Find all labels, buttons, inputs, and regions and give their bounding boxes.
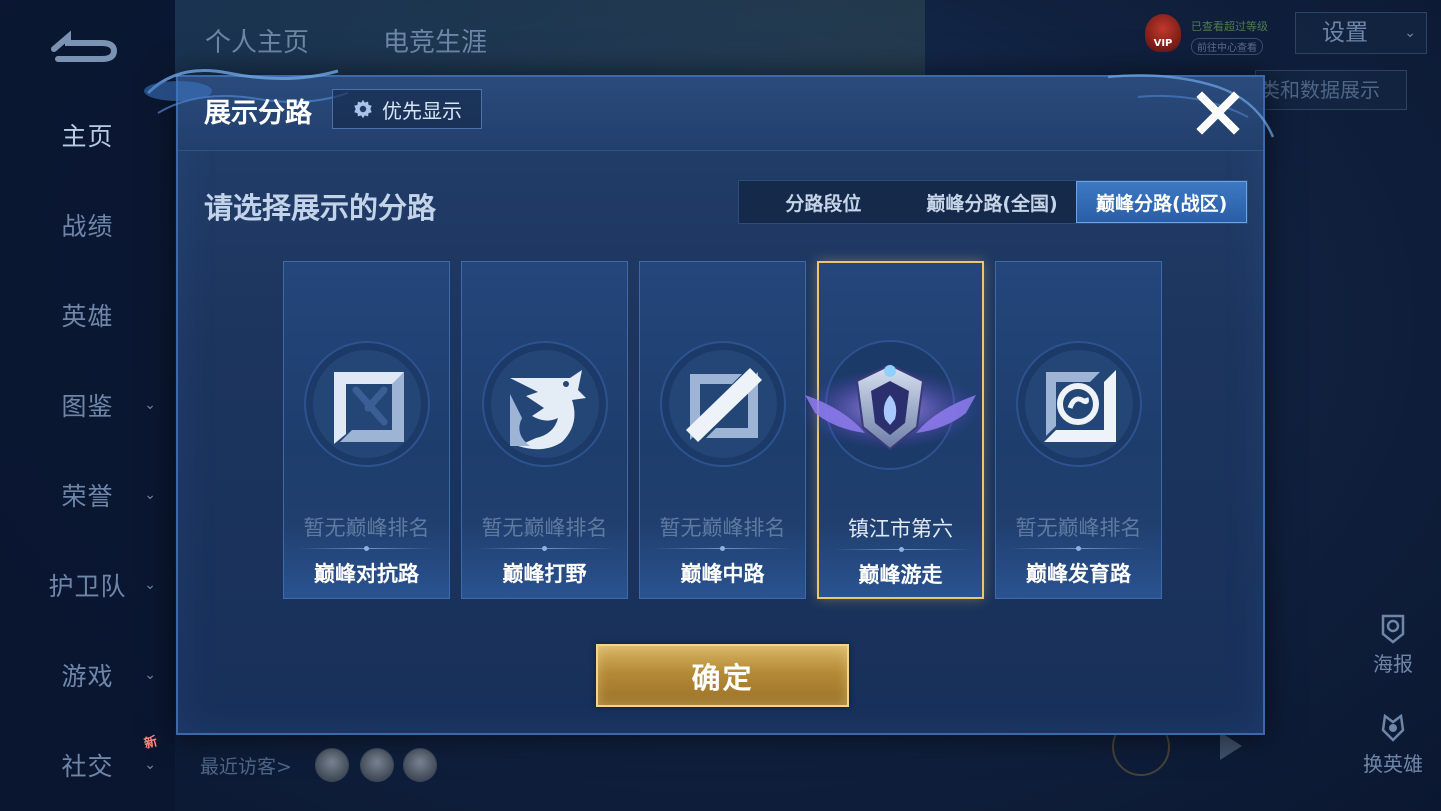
confirm-button[interactable]: 确定 [596, 644, 849, 707]
poster-label: 海报 [1373, 652, 1413, 676]
lane-category-tabs: 分路段位 巅峰分路(全国) 巅峰分路(战区) [738, 180, 1248, 224]
avatar[interactable] [403, 748, 437, 782]
nav-label: 社交 [61, 752, 114, 781]
swap-hero-label: 换英雄 [1363, 752, 1423, 776]
back-button[interactable] [42, 22, 122, 64]
chevron-down-icon: ⌄ [1404, 25, 1416, 41]
settings-button[interactable]: 设置 ⌄ [1295, 12, 1427, 54]
poster-icon [1381, 614, 1405, 644]
card-divider [476, 546, 614, 551]
back-arrow-icon [51, 30, 118, 62]
close-icon [1196, 91, 1240, 135]
card-divider [654, 546, 792, 551]
nav-label: 英雄 [61, 302, 114, 331]
card-rank-text: 暂无巅峰排名 [481, 516, 608, 540]
tab-peak-lane-region[interactable]: 巅峰分路(战区) [1076, 181, 1248, 223]
section-subtitle: 请选择展示的分路 [204, 191, 437, 225]
tab-esports-career[interactable]: 电竞生涯 [383, 22, 487, 59]
avatar[interactable] [315, 748, 349, 782]
poster-button[interactable]: 海报 [1360, 612, 1426, 677]
chevron-down-icon: ⌄ [144, 667, 157, 683]
card-lane-name: 巅峰对抗路 [314, 562, 419, 586]
priority-display-button[interactable]: 优先显示 [332, 89, 482, 129]
card-rank-text: 暂无巅峰排名 [303, 516, 430, 540]
avatar[interactable] [360, 748, 394, 782]
play-icon[interactable] [1220, 732, 1242, 760]
close-button[interactable] [1190, 85, 1246, 141]
nav-item-games[interactable]: 游戏 ⌄ [0, 655, 175, 695]
tab-lane-rank[interactable]: 分路段位 [739, 181, 908, 223]
mid-lane-icon [660, 341, 786, 467]
nav-item-codex[interactable]: 图鉴 ⌄ [0, 385, 175, 425]
recent-visitors-link[interactable]: 最近访客> [200, 752, 292, 779]
lane-card-clash[interactable]: 暂无巅峰排名 巅峰对抗路 [283, 261, 450, 599]
card-lane-name: 巅峰中路 [680, 562, 765, 586]
farm-lane-icon [1016, 341, 1142, 467]
nav-item-records[interactable]: 战绩 [0, 205, 175, 245]
chevron-down-icon: ⌄ [144, 577, 157, 593]
nav-item-heroes[interactable]: 英雄 [0, 295, 175, 335]
card-rank-text: 暂无巅峰排名 [659, 516, 786, 540]
dialog-title: 展示分路 [204, 98, 312, 129]
card-lane-name: 巅峰打野 [502, 562, 587, 586]
priority-button-label: 优先显示 [382, 98, 462, 123]
vip-status-text: 已查看超过等级 [1191, 20, 1268, 33]
lane-card-jungle[interactable]: 暂无巅峰排名 巅峰打野 [461, 261, 628, 599]
card-lane-name: 巅峰游走 [858, 563, 943, 587]
swap-hero-icon [1381, 713, 1405, 742]
vip-area[interactable]: VIP 已查看超过等级 前往中心查看 [1145, 8, 1285, 56]
lane-card-mid[interactable]: 暂无巅峰排名 巅峰中路 [639, 261, 806, 599]
nav-label: 主页 [61, 122, 114, 151]
chevron-down-icon: ⌄ [144, 487, 157, 503]
card-divider [833, 547, 971, 552]
nav-label: 游戏 [61, 662, 114, 691]
vip-icon: VIP [1145, 14, 1181, 52]
nav-label: 荣誉 [61, 482, 114, 511]
lane-card-farm[interactable]: 暂无巅峰排名 巅峰发育路 [995, 261, 1162, 599]
nav-label: 护卫队 [48, 572, 127, 601]
card-rank-text: 暂无巅峰排名 [1015, 516, 1142, 540]
chevron-down-icon: ⌄ [144, 397, 157, 413]
settings-label: 设置 [1322, 20, 1368, 46]
nav-item-guards[interactable]: 护卫队 ⌄ [0, 565, 175, 605]
swap-hero-button[interactable]: 换英雄 [1360, 712, 1426, 777]
nav-label: 战绩 [61, 212, 114, 241]
lane-display-dialog: 展示分路 优先显示 请选择展示的分路 分路段位 巅峰分路(全国) 巅峰分路(战区… [144, 69, 1275, 735]
vip-link-text: 前往中心查看 [1191, 38, 1263, 55]
card-lane-name: 巅峰发育路 [1026, 562, 1131, 586]
card-divider [298, 546, 436, 551]
lane-card-roam[interactable]: 镇江市第六 巅峰游走 [798, 261, 984, 599]
gear-icon [354, 99, 372, 119]
chevron-down-icon: ⌄ [144, 757, 157, 773]
clash-lane-icon [304, 341, 430, 467]
card-rank-text: 镇江市第六 [848, 517, 953, 541]
tab-peak-lane-national[interactable]: 巅峰分路(全国) [908, 181, 1077, 223]
card-divider [1010, 546, 1148, 551]
tab-profile[interactable]: 个人主页 [205, 22, 309, 59]
nav-item-honors[interactable]: 荣誉 ⌄ [0, 475, 175, 515]
roam-winged-emblem-icon [798, 340, 982, 470]
jungle-dragon-icon [482, 341, 608, 467]
nav-label: 图鉴 [61, 392, 114, 421]
